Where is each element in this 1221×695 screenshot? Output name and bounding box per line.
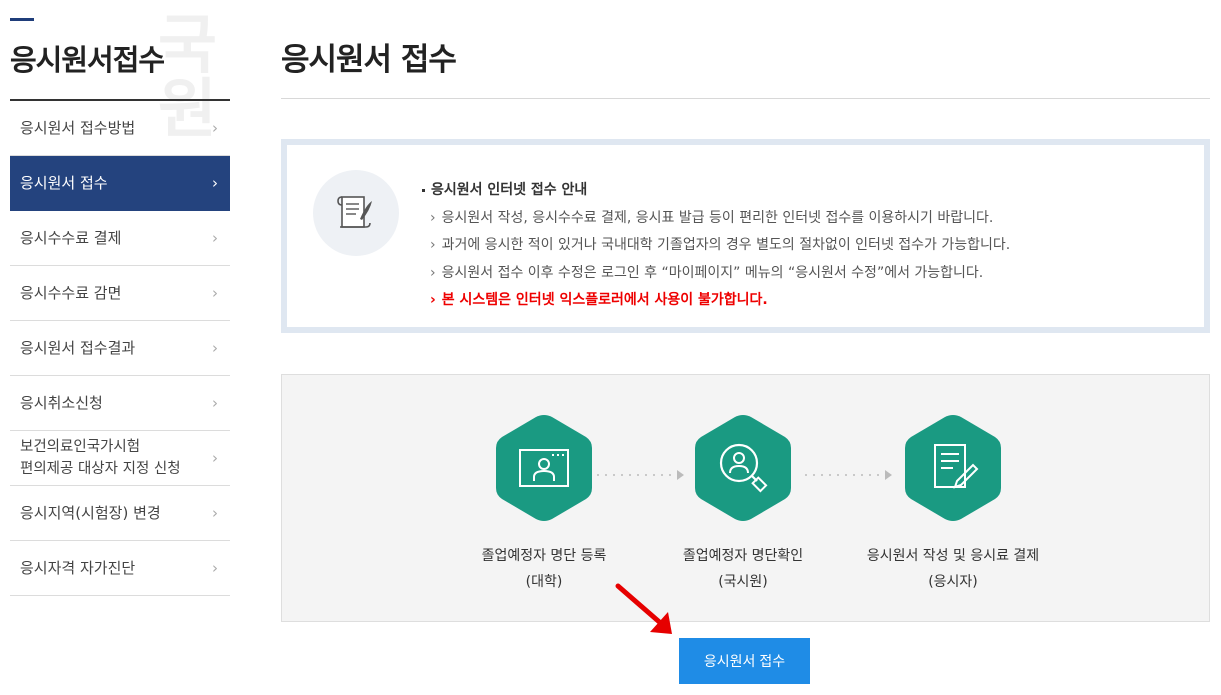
- monitor-person-icon: [519, 449, 569, 487]
- sidebar-title: 응시원서접수: [10, 43, 165, 77]
- chevron-right-icon: ›: [212, 174, 218, 192]
- notice-line: › 응시원서 작성, 응시수수료 결제, 응시표 발급 등이 편리한 인터넷 접수…: [422, 205, 1010, 233]
- sidebar-item-fee-payment[interactable]: 응시수수료 결제 ›: [10, 211, 230, 266]
- step-label-line1: 응시원서 작성 및 응시료 결제: [866, 548, 1040, 564]
- notice-body: 응시원서 인터넷 접수 안내 › 응시원서 작성, 응시수수료 결제, 응시표 발…: [422, 177, 1010, 315]
- step-label-line2: (응시자): [928, 574, 978, 590]
- notice-line: › 응시원서 접수 이후 수정은 로그인 후 “마이페이지” 메뉴의 “응시원서 …: [422, 260, 1010, 288]
- notice-line-text: 응시원서 접수 이후 수정은 로그인 후 “마이페이지” 메뉴의 “응시원서 수…: [441, 264, 984, 281]
- page-title: 응시원서 접수: [281, 42, 457, 78]
- notice-line: › 과거에 응시한 적이 있거나 국내대학 기졸업자의 경우 별도의 절차없이 인…: [422, 232, 1010, 260]
- process-panel: 졸업예정자 명단 등록 (대학) 졸업예정자 명단확인 (국시원) 응시원서 작…: [281, 374, 1210, 622]
- title-divider: [281, 98, 1210, 99]
- step-label-line1: 졸업예정자 명단확인: [682, 548, 804, 564]
- sidebar-item-venue-change[interactable]: 응시지역(시험장) 변경 ›: [10, 486, 230, 541]
- magnifier-person-icon: [719, 443, 768, 493]
- sidebar-item-label: 보건의료인국가시험 편의제공 대상자 지정 신청: [20, 439, 181, 477]
- apply-button[interactable]: 응시원서 접수: [679, 638, 810, 684]
- sidebar-item-self-check[interactable]: 응시자격 자가진단 ›: [10, 541, 230, 596]
- sidebar-item-label: 응시자격 자가진단: [20, 558, 136, 577]
- chevron-right-icon: ›: [430, 264, 436, 281]
- chevron-right-icon: ›: [430, 237, 436, 253]
- notice-warning: › 본 시스템은 인터넷 익스플로러에서 사용이 불가합니다.: [422, 287, 1010, 315]
- red-pointer-arrow-icon: [615, 583, 672, 634]
- sidebar-item-label: 응시원서 접수결과: [20, 338, 136, 357]
- notice-warning-text: 본 시스템은 인터넷 익스플로러에서 사용이 불가합니다.: [441, 292, 768, 308]
- chevron-right-icon: ›: [212, 284, 218, 302]
- chevron-right-icon: ›: [430, 209, 436, 226]
- sidebar-accent-bar: [10, 18, 34, 21]
- chevron-right-icon: ›: [212, 339, 218, 357]
- process-step-1: 졸업예정자 명단 등록 (대학): [444, 413, 644, 595]
- step-hexagon: [494, 413, 594, 523]
- sidebar-item-label: 응시원서 접수: [20, 173, 108, 192]
- sidebar-menu: 응시원서 접수방법 › 응시원서 접수 › 응시수수료 결제 › 응시수수료 감…: [10, 101, 230, 596]
- sidebar-item-accommodation-request[interactable]: 보건의료인국가시험 편의제공 대상자 지정 신청 ›: [10, 431, 230, 486]
- sidebar-item-label: 응시원서 접수방법: [20, 118, 136, 137]
- chevron-right-icon: ›: [212, 394, 218, 412]
- step-hexagon: [693, 413, 793, 523]
- step-label: 응시원서 작성 및 응시료 결제 (응시자): [853, 543, 1053, 595]
- chevron-right-icon: ›: [430, 292, 436, 308]
- sidebar-item-label: 응시지역(시험장) 변경: [20, 503, 161, 522]
- notice-box: 응시원서 인터넷 접수 안내 › 응시원서 작성, 응시수수료 결제, 응시표 발…: [281, 139, 1210, 333]
- scroll-quill-icon: [337, 196, 372, 228]
- notice-heading-text: 응시원서 인터넷 접수 안내: [431, 182, 588, 198]
- chevron-right-icon: ›: [212, 229, 218, 247]
- step-hexagon: [903, 413, 1003, 523]
- chevron-right-icon: ›: [212, 504, 218, 522]
- step-label-line1: 졸업예정자 명단 등록: [481, 548, 607, 564]
- sidebar-item-label: 응시수수료 결제: [20, 228, 122, 247]
- chevron-right-icon: ›: [212, 559, 218, 577]
- process-step-2: 졸업예정자 명단확인 (국시원): [643, 413, 843, 595]
- sidebar-item-fee-reduction[interactable]: 응시수수료 감면 ›: [10, 266, 230, 321]
- sidebar-item-application-submit[interactable]: 응시원서 접수 ›: [10, 156, 230, 211]
- notice-heading: 응시원서 인터넷 접수 안내: [422, 177, 1010, 205]
- sidebar-item-cancel-request[interactable]: 응시취소신청 ›: [10, 376, 230, 431]
- document-pen-icon: [934, 444, 979, 489]
- chevron-right-icon: ›: [212, 449, 218, 467]
- chevron-right-icon: ›: [212, 119, 218, 137]
- notice-line-text: 과거에 응시한 적이 있거나 국내대학 기졸업자의 경우 별도의 절차없이 인터…: [441, 237, 1011, 253]
- sidebar-item-application-method[interactable]: 응시원서 접수방법 ›: [10, 101, 230, 156]
- sidebar-item-label: 응시취소신청: [20, 393, 103, 412]
- process-step-3: 응시원서 작성 및 응시료 결제 (응시자): [853, 413, 1053, 595]
- bullet-icon: [422, 188, 425, 192]
- sidebar-item-label: 응시수수료 감면: [20, 283, 122, 302]
- notice-line-text: 응시원서 작성, 응시수수료 결제, 응시표 발급 등이 편리한 인터넷 접수를…: [441, 209, 994, 226]
- notice-icon-wrapper: [313, 170, 399, 256]
- sidebar-item-application-result[interactable]: 응시원서 접수결과 ›: [10, 321, 230, 376]
